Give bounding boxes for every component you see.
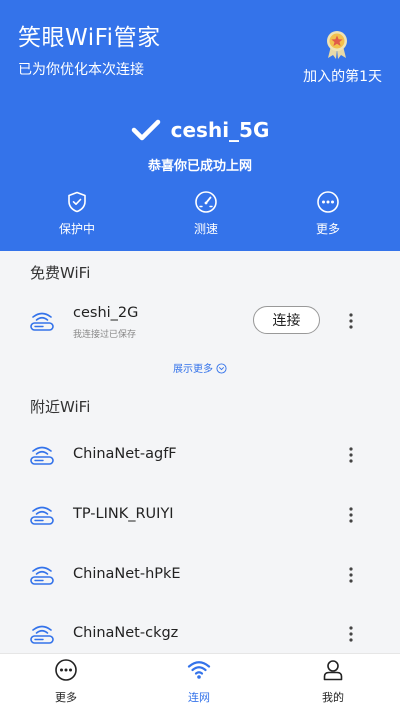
nav-tab-connect[interactable]: 连网: [159, 658, 239, 705]
person-icon: [323, 660, 343, 681]
kebab-menu-icon[interactable]: [344, 503, 358, 527]
protection-label: 保护中: [58, 222, 95, 236]
wifi-name: TP-LINK_RUIYI: [73, 506, 174, 522]
nav-tab-profile-label: 我的: [322, 691, 344, 704]
nearby-wifi-row[interactable]: ChinaNet-agfF: [0, 427, 400, 483]
nearby-wifi-title: 附近WiFi: [30, 398, 91, 416]
wifi-name: ChinaNet-hPkE: [73, 566, 181, 582]
wifi-name: ceshi_2G: [73, 305, 139, 321]
router-wifi-icon: [30, 625, 54, 644]
free-wifi-row[interactable]: ceshi_2G 我连接过已保存 连接: [0, 293, 400, 349]
more-dots-icon: [317, 191, 339, 213]
router-wifi-icon: [30, 312, 54, 331]
speed-test-button[interactable]: 测速: [161, 190, 251, 237]
speedometer-icon: [195, 191, 217, 213]
quick-actions: 保护中 测速 更多: [0, 190, 400, 240]
wifi-name: ChinaNet-agfF: [73, 446, 177, 462]
nav-tab-profile[interactable]: 我的: [293, 658, 373, 705]
app-title: 笑眼WiFi管家: [18, 25, 161, 51]
router-wifi-icon: [30, 566, 54, 585]
nav-tab-more-label: 更多: [55, 691, 77, 704]
speed-test-label: 测速: [193, 222, 218, 236]
chevron-down-circle-icon: [216, 363, 227, 374]
kebab-menu-icon[interactable]: [344, 309, 358, 333]
shield-check-icon: [68, 191, 86, 213]
protection-button[interactable]: 保护中: [32, 190, 122, 237]
nav-tab-more[interactable]: 更多: [26, 658, 106, 705]
kebab-menu-icon[interactable]: [344, 443, 358, 467]
wifi-saved-status: 我连接过已保存: [73, 330, 137, 340]
membership-badge[interactable]: 加入的第1天: [292, 30, 382, 85]
bottom-nav: 更多 连网 我的: [0, 653, 400, 711]
wifi-icon: [187, 661, 211, 679]
connected-ssid: ceshi_5G: [170, 118, 270, 142]
free-wifi-title: 免费WiFi: [30, 264, 91, 282]
connect-button[interactable]: 连接: [253, 306, 320, 334]
more-actions-label: 更多: [315, 222, 340, 236]
wifi-name: ChinaNet-ckgz: [73, 625, 179, 641]
connection-status: ceshi_5G: [0, 118, 400, 142]
show-more-link[interactable]: 展示更多: [0, 360, 400, 375]
kebab-menu-icon[interactable]: [344, 622, 358, 646]
more-circle-icon: [55, 659, 77, 681]
nearby-wifi-row[interactable]: TP-LINK_RUIYI: [0, 487, 400, 543]
nearby-wifi-row[interactable]: ChinaNet-hPkE: [0, 547, 400, 603]
router-wifi-icon: [30, 506, 54, 525]
nav-tab-connect-label: 连网: [188, 691, 210, 704]
days-joined-label: 加入的第1天: [303, 69, 382, 85]
optimization-status: 已为你优化本次连接: [18, 62, 144, 78]
connected-message: 恭喜你已成功上网: [147, 159, 252, 174]
header: 笑眼WiFi管家 已为你优化本次连接 加入的第1天 ceshi_5G 恭喜你已成…: [0, 0, 400, 251]
medal-icon: [327, 31, 347, 59]
more-actions-button[interactable]: 更多: [283, 190, 373, 237]
checkmark-icon: [131, 119, 160, 141]
router-wifi-icon: [30, 446, 54, 465]
show-more-label: 展示更多: [173, 364, 213, 375]
kebab-menu-icon[interactable]: [344, 563, 358, 587]
